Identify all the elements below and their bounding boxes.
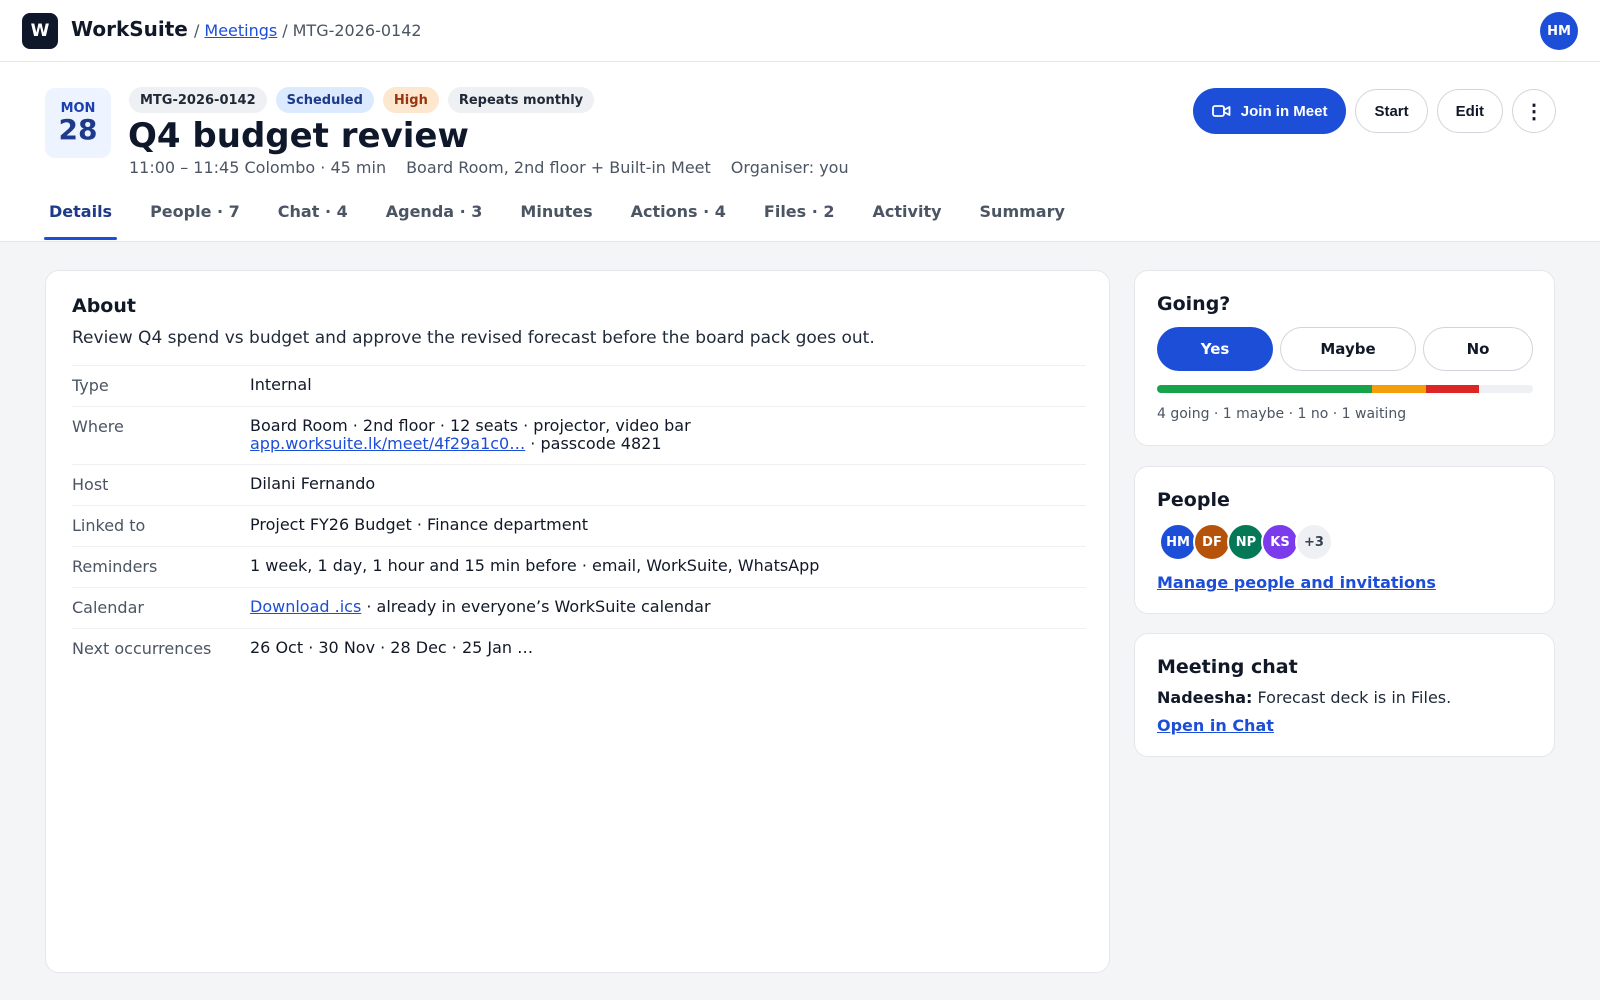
avatar[interactable]: NP <box>1227 523 1265 561</box>
date-badge: MON 28 <box>45 88 111 158</box>
chat-text: Forecast deck is in Files. <box>1252 688 1452 707</box>
calendar-note: · already in everyone’s WorkSuite calend… <box>361 597 711 616</box>
meet-passcode: · passcode 4821 <box>525 434 662 453</box>
meeting-time: 11:00 – 11:45 Colombo · 45 min <box>129 158 387 177</box>
avatar[interactable]: KS <box>1261 523 1299 561</box>
detail-value: 1 week, 1 day, 1 hour and 15 min before … <box>250 556 820 575</box>
breadcrumb-separator: / <box>194 21 200 40</box>
about-card: About Review Q4 spend vs budget and appr… <box>45 270 1110 973</box>
date-day: 28 <box>58 113 98 146</box>
tab-details[interactable]: Details <box>44 188 118 240</box>
detail-row-next: Next occurrences 26 Oct · 30 Nov · 28 De… <box>72 628 1086 669</box>
avatar-stack: HM DF NP KS +3 <box>1159 523 1333 561</box>
avatar[interactable]: HM <box>1159 523 1197 561</box>
rsvp-progress-bar <box>1157 385 1533 393</box>
detail-label: Where <box>72 417 124 436</box>
rsvp-heading: Going? <box>1157 293 1231 315</box>
app-name: WorkSuite <box>71 17 188 41</box>
rsvp-card: Going? Yes Maybe No 4 going · 1 maybe · … <box>1134 270 1555 446</box>
rsvp-no-button[interactable]: No <box>1423 327 1533 371</box>
detail-row-where: Where Board Room · 2nd floor · 12 seats … <box>72 406 1086 464</box>
app-logo[interactable]: W <box>22 13 58 49</box>
header-actions: Join in Meet Start Edit ⋮ <box>1192 88 1556 134</box>
meeting-chips: MTG-2026-0142 Scheduled High Repeats mon… <box>129 87 595 113</box>
detail-value: Dilani Fernando <box>250 474 376 493</box>
tab-bar: Details People · 7 Chat · 4 Agenda · 3 M… <box>44 188 1098 242</box>
detail-value: Download .ics · already in everyone’s Wo… <box>250 598 711 617</box>
tab-summary[interactable]: Summary <box>975 188 1070 234</box>
manage-people-link[interactable]: Manage people and invitations <box>1157 573 1436 592</box>
chat-card: Meeting chat Nadeesha: Forecast deck is … <box>1134 633 1555 757</box>
page-title: Q4 budget review <box>128 116 469 156</box>
detail-row-host: Host Dilani Fernando <box>72 464 1086 505</box>
people-card: People HM DF NP KS +3 Manage people and invi… <box>1134 466 1555 614</box>
chat-message: Nadeesha: Forecast deck is in Files. <box>1157 688 1451 707</box>
rsvp-summary: 4 going · 1 maybe · 1 no · 1 waiting <box>1157 406 1407 422</box>
detail-row-linked: Linked to Project FY26 Budget · Finance … <box>72 505 1086 546</box>
detail-label: Reminders <box>72 557 158 576</box>
about-heading: About <box>72 295 136 317</box>
meeting-id-chip: MTG-2026-0142 <box>129 87 267 113</box>
about-description: Review Q4 spend vs budget and approve th… <box>72 328 875 348</box>
top-bar: W WorkSuite / Meetings / MTG-2026-0142 H… <box>0 0 1600 62</box>
rsvp-yes-button[interactable]: Yes <box>1157 327 1273 371</box>
tab-files[interactable]: Files · 2 <box>759 188 840 234</box>
breadcrumb-separator: / <box>282 21 288 40</box>
avatar[interactable]: DF <box>1193 523 1231 561</box>
more-options-icon[interactable]: ⋮ <box>1512 89 1556 133</box>
meeting-organiser: Organiser: you <box>730 158 849 177</box>
detail-label: Type <box>72 376 109 395</box>
where-room: Board Room · 2nd floor · 12 seats · proj… <box>250 416 691 435</box>
tab-agenda[interactable]: Agenda · 3 <box>381 188 488 234</box>
detail-row-reminders: Reminders 1 week, 1 day, 1 hour and 15 m… <box>72 546 1086 587</box>
detail-value: Board Room · 2nd floor · 12 seats · proj… <box>250 417 691 453</box>
meeting-header: MON 28 MTG-2026-0142 Scheduled High Repe… <box>0 62 1600 242</box>
detail-label: Next occurrences <box>72 639 212 658</box>
meeting-meta: 11:00 – 11:45 Colombo · 45 min Board Roo… <box>129 158 849 177</box>
rsvp-maybe-button[interactable]: Maybe <box>1280 327 1416 371</box>
recurrence-badge: Repeats monthly <box>447 87 595 113</box>
join-meet-label: Join in Meet <box>1240 102 1328 120</box>
open-chat-link[interactable]: Open in Chat <box>1157 716 1274 735</box>
detail-label: Host <box>72 475 109 494</box>
edit-button[interactable]: Edit <box>1436 89 1503 133</box>
rsvp-bar-maybe <box>1371 385 1426 393</box>
tab-actions[interactable]: Actions · 4 <box>626 188 731 234</box>
people-heading: People <box>1157 489 1230 511</box>
meeting-location: Board Room, 2nd floor + Built-in Meet <box>406 158 711 177</box>
detail-label: Linked to <box>72 516 146 535</box>
user-avatar[interactable]: HM <box>1540 12 1578 50</box>
tab-activity[interactable]: Activity <box>868 188 947 234</box>
detail-label: Calendar <box>72 598 144 617</box>
detail-value: Internal <box>250 375 312 394</box>
rsvp-bar-waiting <box>1479 385 1533 393</box>
chat-author: Nadeesha: <box>1157 688 1253 707</box>
detail-value: 26 Oct · 30 Nov · 28 Dec · 25 Jan … <box>250 638 534 657</box>
status-badge: Scheduled <box>275 87 374 113</box>
meet-link[interactable]: app.worksuite.lk/meet/4f29a1c0… <box>250 434 525 453</box>
priority-badge: High <box>382 87 439 113</box>
tab-people[interactable]: People · 7 <box>145 188 245 234</box>
rsvp-options: Yes Maybe No <box>1157 327 1533 371</box>
chat-heading: Meeting chat <box>1157 656 1298 678</box>
download-ics-link[interactable]: Download .ics <box>250 597 361 616</box>
detail-row-type: Type Internal <box>72 365 1086 406</box>
details-list: Type Internal Where Board Room · 2nd flo… <box>72 365 1086 669</box>
tab-chat[interactable]: Chat · 4 <box>273 188 353 234</box>
rsvp-bar-no <box>1425 385 1480 393</box>
detail-row-calendar: Calendar Download .ics · already in ever… <box>72 587 1086 628</box>
join-meet-button[interactable]: Join in Meet <box>1192 88 1347 134</box>
breadcrumb-meetings-link[interactable]: Meetings <box>204 21 277 40</box>
detail-value: Project FY26 Budget · Finance department <box>250 515 589 534</box>
more-people-badge[interactable]: +3 <box>1295 523 1333 561</box>
breadcrumb: / Meetings / MTG-2026-0142 <box>194 21 422 40</box>
start-button[interactable]: Start <box>1355 89 1428 133</box>
rsvp-bar-going <box>1157 385 1372 393</box>
breadcrumb-current: MTG-2026-0142 <box>292 21 422 40</box>
tab-minutes[interactable]: Minutes <box>515 188 597 234</box>
video-camera-icon <box>1211 105 1231 117</box>
